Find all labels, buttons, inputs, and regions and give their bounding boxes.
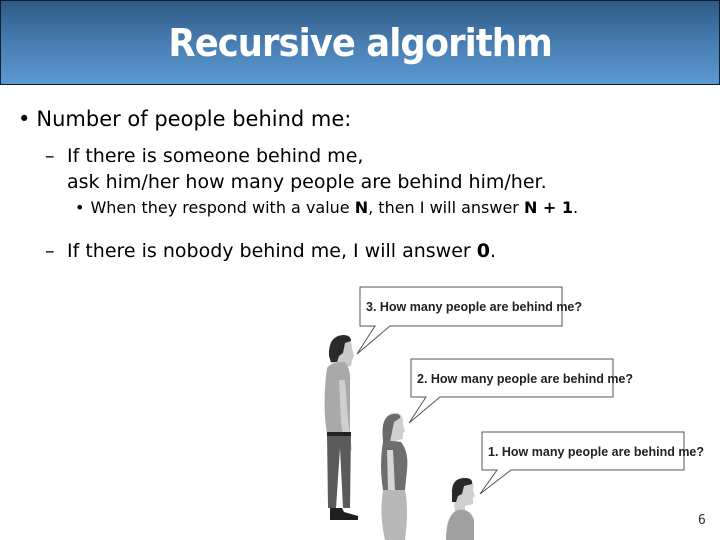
bubble-3-text: 3. How many people are behind me?: [366, 300, 582, 314]
people-line-illustration: 3. How many people are behind me? 2. How…: [324, 286, 704, 540]
bubble-2-text: 2. How many people are behind me?: [417, 372, 633, 386]
speech-bubble-1: 1. How many people are behind me?: [479, 431, 704, 495]
person-woman: [381, 412, 408, 540]
bubble-1-text: 1. How many people are behind me?: [488, 445, 704, 459]
page-number: 6: [698, 513, 706, 528]
speech-bubble-3: 3. How many people are behind me?: [356, 286, 582, 355]
person-boy: [446, 477, 475, 540]
speech-bubble-2: 2. How many people are behind me?: [408, 358, 633, 424]
person-tall-man: [324, 335, 358, 520]
